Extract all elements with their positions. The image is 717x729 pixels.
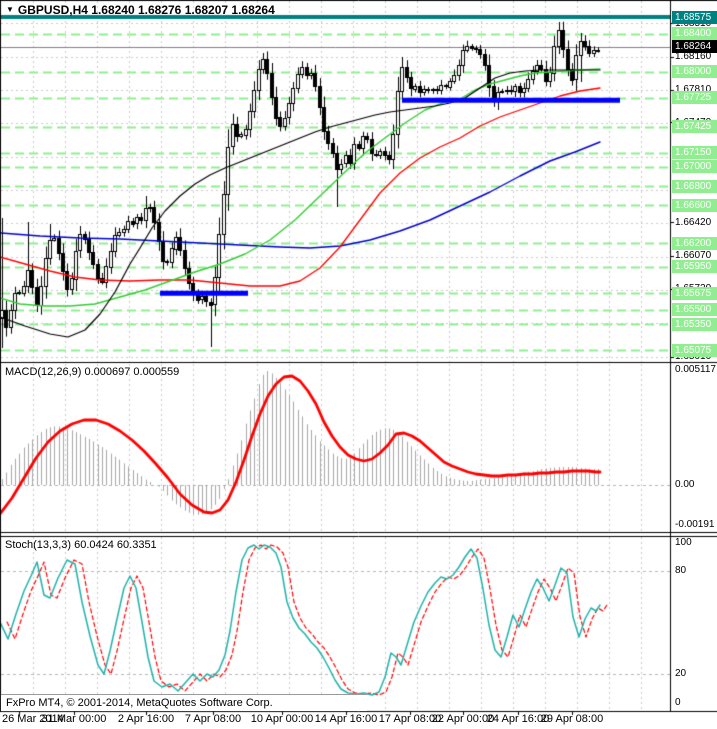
time-label: 10 Apr 00:00 bbox=[251, 713, 313, 725]
time-label: 31 Mar 00:00 bbox=[42, 713, 107, 725]
price-label-green: 1.65075 bbox=[672, 344, 717, 357]
time-label: 22 Apr 00:00 bbox=[432, 713, 494, 725]
price-label-bid: 1.68264 bbox=[672, 40, 717, 53]
price-label-plain: 1.66420 bbox=[675, 216, 711, 229]
price-label-green: 1.66600 bbox=[672, 199, 717, 212]
price-label-green: 1.68000 bbox=[672, 65, 717, 78]
price-label-green: 1.67425 bbox=[672, 120, 717, 133]
price-label-green: 1.67725 bbox=[672, 91, 717, 104]
price-label-green: 1.65675 bbox=[672, 287, 717, 300]
chart-title: ▼ GBPUSD,H4 1.68240 1.68276 1.68207 1.682… bbox=[6, 3, 275, 17]
macd-indicator-label: MACD(12,26,9) 0.000697 0.000559 bbox=[5, 366, 179, 378]
price-label-teal: 1.68575 bbox=[672, 11, 717, 24]
mt4-chart-window: ▼ GBPUSD,H4 1.68240 1.68276 1.68207 1.682… bbox=[0, 0, 717, 729]
time-label: 2 Apr 16:00 bbox=[118, 713, 174, 725]
platform-copyright: FxPro MT4, © 2001-2014, MetaQuotes Softw… bbox=[1, 694, 367, 711]
chart-title-text: GBPUSD,H4 1.68240 1.68276 1.68207 1.6826… bbox=[18, 3, 275, 17]
stoch-indicator-label: Stoch(13,3,3) 60.0424 60.3351 bbox=[5, 539, 157, 551]
indicator-axis-label: 20 bbox=[675, 668, 686, 679]
price-label-green: 1.68400 bbox=[672, 27, 717, 40]
indicator-axis-label: -0.00191 bbox=[675, 519, 714, 530]
dropdown-arrow-icon[interactable]: ▼ bbox=[6, 5, 14, 14]
price-label-green: 1.67150 bbox=[672, 146, 717, 159]
price-label-green: 1.66800 bbox=[672, 180, 717, 193]
time-label: 7 Apr 08:00 bbox=[185, 713, 241, 725]
indicator-axis-label: 0.00 bbox=[675, 479, 694, 490]
time-label: 29 Apr 08:00 bbox=[541, 713, 603, 725]
price-label-green: 1.65500 bbox=[672, 303, 717, 316]
indicator-axis-label: 100 bbox=[675, 537, 692, 548]
indicator-axis-label: 0 bbox=[675, 697, 681, 708]
indicator-axis-label: 0.005117 bbox=[675, 364, 716, 375]
price-label-green: 1.65350 bbox=[672, 318, 717, 331]
chart-canvas[interactable] bbox=[0, 0, 717, 729]
time-label: 14 Apr 16:00 bbox=[315, 713, 377, 725]
price-label-green: 1.65950 bbox=[672, 260, 717, 273]
price-label-green: 1.67000 bbox=[672, 160, 717, 173]
indicator-axis-label: 80 bbox=[675, 565, 686, 576]
price-label-green: 1.66200 bbox=[672, 237, 717, 250]
